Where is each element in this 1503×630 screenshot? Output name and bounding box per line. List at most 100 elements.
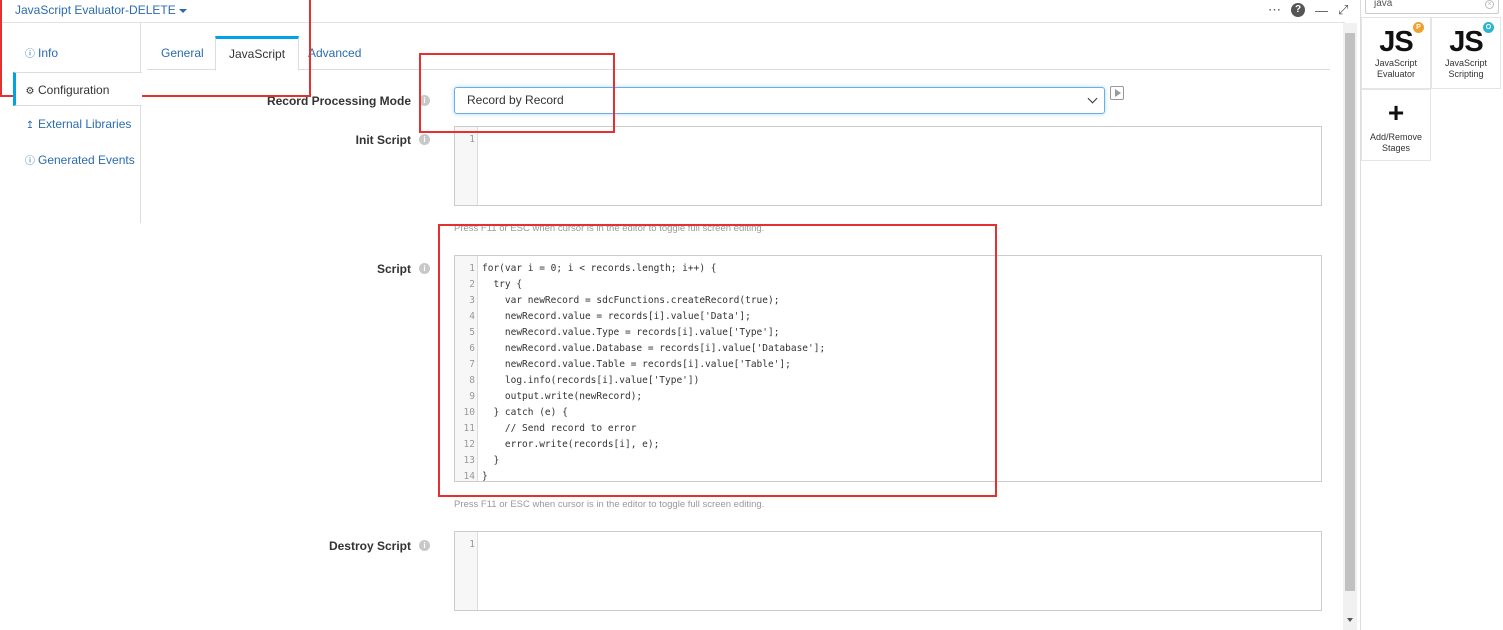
code-line: 10 } catch (e) { (455, 405, 1321, 421)
add-remove-stages-button[interactable]: + Add/Remove Stages (1361, 89, 1431, 161)
code-line: 2 try { (455, 277, 1321, 293)
search-value: java (1374, 0, 1393, 9)
line-number: 14 (463, 471, 475, 482)
line-number: 5 (469, 327, 475, 338)
info-icon[interactable]: i (419, 134, 430, 145)
code-text: newRecord.value.Type = records[i].value[… (482, 327, 780, 338)
clear-search-icon[interactable]: × (1485, 0, 1494, 9)
expand-icon[interactable]: ⤢ (1338, 2, 1348, 18)
line-number: 4 (469, 311, 475, 322)
code-text: newRecord.value = records[i].value['Data… (482, 311, 751, 322)
editor-hint: Press F11 or ESC when cursor is in the e… (454, 223, 765, 234)
line-number: 13 (463, 455, 475, 466)
more-icon[interactable]: ⋯ (1268, 2, 1281, 18)
header-divider (0, 22, 1345, 23)
record-processing-mode-select[interactable]: Record by Record (454, 87, 1105, 114)
code-text: // Send record to error (482, 423, 637, 434)
nav-item-generated-events[interactable]: ⓘ Generated Events (13, 143, 141, 177)
library-card-javascript-scripting[interactable]: JS O JavaScript Scripting (1431, 17, 1501, 89)
nav-item-info[interactable]: ⓘ Info (13, 36, 141, 70)
preview-play-icon[interactable] (1110, 86, 1124, 100)
info-icon: ⓘ (25, 156, 35, 167)
info-icon[interactable]: i (419, 540, 430, 551)
init-script-editor[interactable]: 1 (454, 126, 1322, 206)
line-number: 11 (463, 423, 475, 434)
help-icon[interactable]: ? (1291, 3, 1305, 17)
code-text: } catch (e) { (482, 407, 568, 418)
code-line: 7 newRecord.value.Table = records[i].val… (455, 357, 1321, 373)
record-processing-mode-label: Record Processing Mode (266, 94, 411, 108)
init-script-label: Init Script (355, 133, 411, 147)
code-line: 5 newRecord.value.Type = records[i].valu… (455, 325, 1321, 341)
code-line: 14} (455, 469, 1321, 485)
nav-item-label: Info (38, 46, 59, 60)
caret-down-icon (178, 8, 187, 13)
code-line: 4 newRecord.value = records[i].value['Da… (455, 309, 1321, 325)
line-number: 1 (469, 539, 475, 550)
code-text: error.write(records[i], e); (482, 439, 660, 450)
card-label: Add/Remove Stages (1369, 132, 1423, 153)
info-icon: ⓘ (25, 49, 35, 60)
code-line: 12 error.write(records[i], e); (455, 437, 1321, 453)
nav-item-label: Configuration (38, 83, 110, 97)
tab-advanced[interactable]: Advanced (295, 36, 374, 70)
stage-title-dropdown[interactable]: JavaScript Evaluator-DELETE (15, 3, 187, 17)
line-number: 12 (463, 439, 475, 450)
code-line: 13 } (455, 453, 1321, 469)
line-number: 10 (463, 407, 475, 418)
script-editor[interactable]: 1 for(var i = 0; i < records.length; i++)… (454, 255, 1322, 482)
line-number: 8 (469, 375, 475, 386)
nav-item-label: External Libraries (38, 117, 132, 131)
badge-p-icon: P (1413, 22, 1424, 33)
line-number: 6 (469, 343, 475, 354)
code-line: 1 for(var i = 0; i < records.length; i++)… (455, 261, 1321, 277)
card-label: JavaScript Scripting (1444, 58, 1488, 79)
nav-item-configuration[interactable]: ⚙ Configuration (13, 72, 142, 106)
code-line: 3 var newRecord = sdcFunctions.createRec… (455, 293, 1321, 309)
code-text: for(var i = 0; i < records.length; i++) … (482, 263, 717, 274)
gear-icon: ⚙ (25, 86, 35, 97)
code-text: var newRecord = sdcFunctions.createRecor… (482, 295, 780, 306)
chevron-down-icon (1087, 93, 1098, 104)
line-number: 1 (469, 263, 475, 274)
code-text: } (482, 471, 488, 482)
card-label: JavaScript Evaluator (1374, 58, 1418, 79)
scroll-down-icon[interactable] (1347, 618, 1353, 622)
script-code-lines: 1 for(var i = 0; i < records.length; i++)… (455, 261, 1321, 485)
code-text: output.write(newRecord); (482, 391, 643, 402)
info-icon[interactable]: i (419, 263, 430, 274)
minimize-icon[interactable]: — (1315, 3, 1328, 18)
code-text: newRecord.value.Database = records[i].va… (482, 343, 826, 354)
config-tabs: General JavaScript Advanced (147, 36, 1330, 71)
code-line: 11 // Send record to error (455, 421, 1321, 437)
line-number: 2 (469, 279, 475, 290)
nav-item-external-libraries[interactable]: ↥ External Libraries (13, 107, 141, 141)
destroy-script-editor[interactable]: 1 (454, 531, 1322, 611)
line-number: 3 (469, 295, 475, 306)
library-card-javascript-evaluator[interactable]: JS P JavaScript Evaluator (1361, 17, 1431, 89)
library-search-input[interactable]: java × (1365, 0, 1499, 14)
nav-item-label: Generated Events (38, 153, 135, 167)
code-text: try { (482, 279, 523, 290)
line-number: 7 (469, 359, 475, 370)
stage-library-panel: java × JS P JavaScript Evaluator JS O Ja… (1360, 0, 1503, 630)
main-scrollbar[interactable] (1343, 23, 1357, 630)
editor-hint: Press F11 or ESC when cursor is in the e… (454, 499, 765, 510)
line-number: 1 (469, 134, 475, 145)
left-navigation: ⓘ Info ⚙ Configuration ↥ External Libraries… (13, 23, 142, 223)
select-value: Record by Record (467, 93, 564, 107)
plus-icon: + (1387, 97, 1405, 128)
script-label: Script (376, 262, 411, 276)
info-icon[interactable]: i (419, 95, 430, 106)
tab-javascript[interactable]: JavaScript (215, 36, 300, 71)
scrollbar-thumb[interactable] (1345, 33, 1355, 591)
code-line: 8 log.info(records[i].value['Type']) (455, 373, 1321, 389)
upload-icon: ↥ (25, 120, 35, 131)
code-text: log.info(records[i].value['Type']) (482, 375, 700, 386)
code-text: } (482, 455, 500, 466)
code-text: newRecord.value.Table = records[i].value… (482, 359, 791, 370)
code-line: 9 output.write(newRecord); (455, 389, 1321, 405)
destroy-script-label: Destroy Script (328, 539, 411, 553)
tab-general[interactable]: General (148, 36, 217, 70)
line-number: 9 (469, 391, 475, 402)
